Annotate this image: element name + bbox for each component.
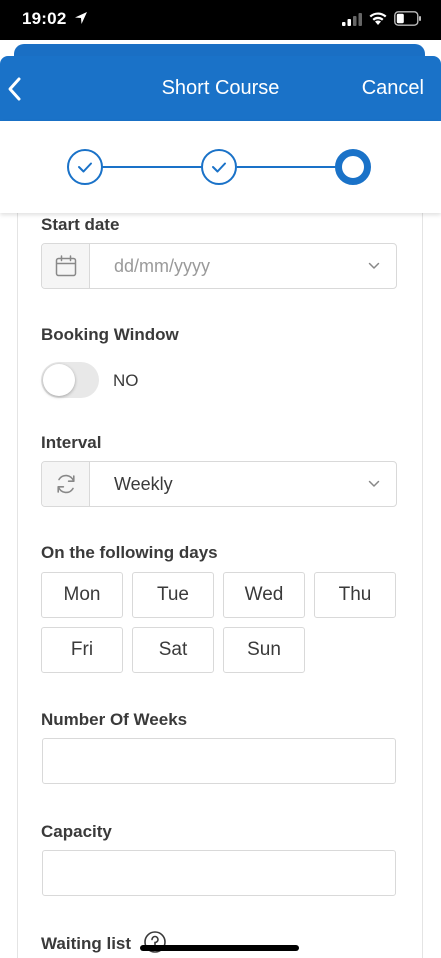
chevron-down-icon xyxy=(368,262,380,269)
day-thu-button[interactable]: Thu xyxy=(314,572,396,618)
step-2-complete-icon xyxy=(201,149,237,185)
calendar-icon xyxy=(55,255,77,277)
days-label: On the following days xyxy=(41,543,218,562)
cancel-button[interactable]: Cancel xyxy=(362,77,424,100)
start-date-picker[interactable]: dd/mm/yyyy xyxy=(41,243,397,289)
step-1-complete-icon xyxy=(67,149,103,185)
number-of-weeks-label: Number Of Weeks xyxy=(41,710,188,729)
status-time: 19:02 xyxy=(22,9,67,28)
day-fri-button[interactable]: Fri xyxy=(41,627,123,673)
nav-header: Short Course Cancel xyxy=(0,56,441,121)
chevron-down-icon xyxy=(368,480,380,487)
interval-addon xyxy=(42,462,90,506)
number-of-weeks-input[interactable] xyxy=(42,738,396,784)
waiting-list-label: Waiting list xyxy=(41,934,132,953)
step-3-current-icon xyxy=(335,149,371,185)
booking-window-toggle[interactable] xyxy=(41,362,99,398)
status-bar: 19:02 xyxy=(0,0,441,40)
progress-stepper xyxy=(0,121,441,213)
interval-label: Interval xyxy=(41,433,102,452)
refresh-icon xyxy=(57,474,75,494)
day-wed-button[interactable]: Wed xyxy=(223,572,305,618)
interval-select[interactable]: Weekly xyxy=(41,461,397,507)
start-date-placeholder: dd/mm/yyyy xyxy=(114,256,211,276)
day-tue-button[interactable]: Tue xyxy=(132,572,214,618)
booking-window-state: NO xyxy=(113,371,139,390)
interval-value: Weekly xyxy=(114,474,173,494)
location-arrow-icon xyxy=(75,12,87,24)
day-sat-button[interactable]: Sat xyxy=(132,627,214,673)
capacity-input[interactable] xyxy=(42,850,396,896)
day-mon-button[interactable]: Mon xyxy=(41,572,123,618)
start-date-addon xyxy=(42,244,90,288)
wifi-icon xyxy=(369,12,387,25)
home-indicator xyxy=(140,945,299,951)
day-sun-button[interactable]: Sun xyxy=(223,627,305,673)
start-date-label: Start date xyxy=(41,215,120,234)
cellular-signal-icon xyxy=(342,13,362,26)
capacity-label: Capacity xyxy=(41,822,112,841)
toggle-knob xyxy=(43,364,75,396)
stepper-graphic xyxy=(67,149,371,185)
battery-icon xyxy=(394,11,421,26)
booking-window-label: Booking Window xyxy=(41,325,179,344)
